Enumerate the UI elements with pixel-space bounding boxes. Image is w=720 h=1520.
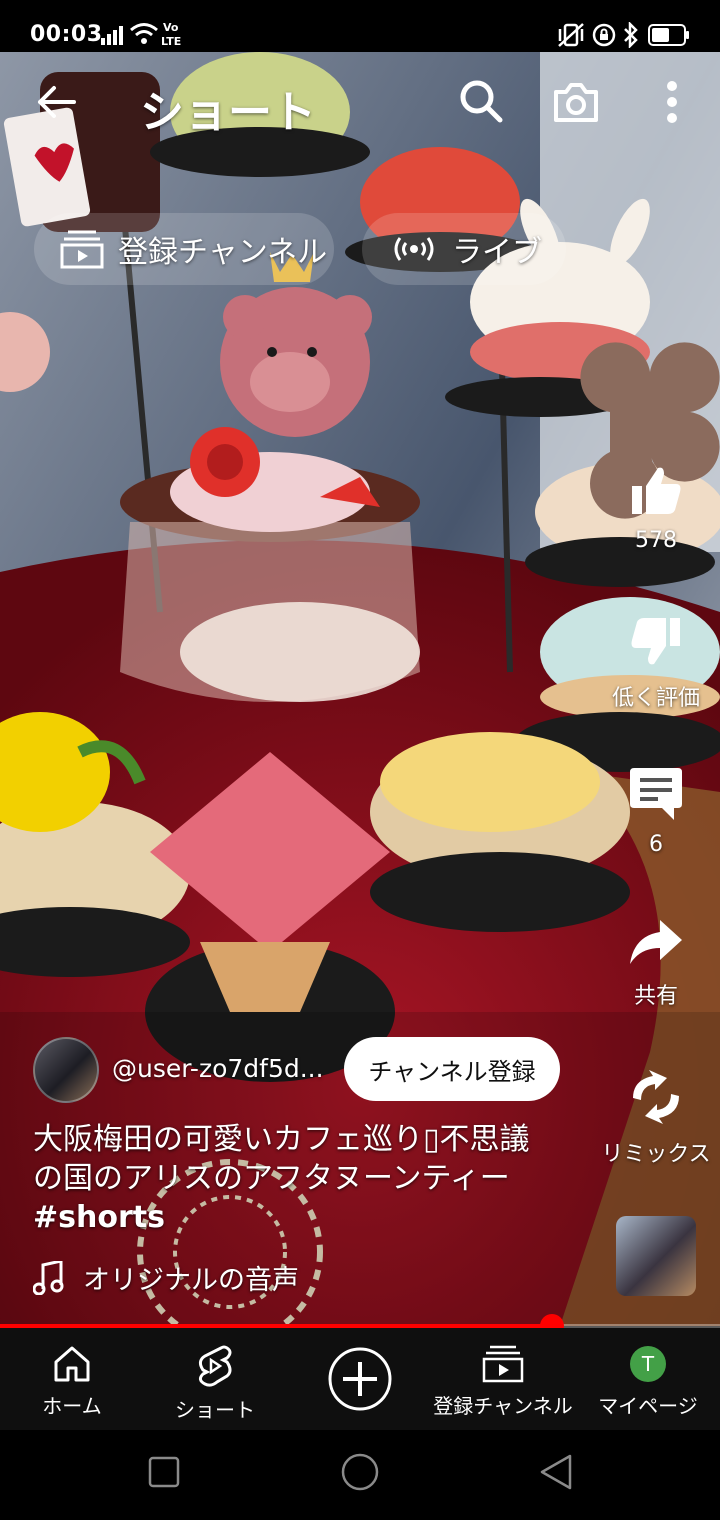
battery-icon <box>648 24 689 46</box>
channel-avatar[interactable] <box>33 1037 99 1103</box>
audio-thumbnail[interactable] <box>616 1216 696 1296</box>
caption-line-1: 大阪梅田の可愛いカフェ巡り▯不思議 <box>33 1122 530 1157</box>
rotation-lock-icon <box>592 23 616 47</box>
status-bar: 00:03 Vo LTE <box>0 0 720 52</box>
like-button[interactable]: 578 <box>596 462 716 553</box>
chip-live[interactable]: ライブ <box>362 213 566 285</box>
comments-button[interactable]: 6 <box>596 764 716 857</box>
subscriptions-icon <box>482 1345 524 1383</box>
chip-subscriptions[interactable]: 登録チャンネル <box>34 213 334 285</box>
nav-shorts-label: ショート <box>175 1398 255 1422</box>
bottom-nav: ホーム ショート 登録チャンネル T マイページ <box>0 1328 720 1430</box>
comment-icon <box>630 768 682 820</box>
nav-subscriptions[interactable]: 登録チャンネル <box>428 1328 578 1430</box>
comments-count: 6 <box>649 832 663 857</box>
system-nav-bar <box>0 1430 720 1520</box>
music-note-icon <box>33 1260 64 1295</box>
remix-button[interactable]: リミックス <box>596 1068 716 1168</box>
home-circle-icon[interactable] <box>340 1452 380 1492</box>
channel-handle[interactable]: @user-zo7df5d... <box>112 1054 324 1083</box>
thumb-down-icon <box>631 618 680 665</box>
dislike-label: 低く評価 <box>611 686 700 711</box>
caption-hashtag[interactable]: #shorts <box>33 1198 593 1237</box>
audio-label: オリジナルの音声 <box>83 1265 299 1296</box>
volte-text-vo: Vo <box>163 21 179 34</box>
nav-create[interactable] <box>320 1328 400 1430</box>
more-vert-icon[interactable] <box>660 80 684 124</box>
share-icon <box>630 920 682 964</box>
audio-info[interactable]: オリジナルの音声 <box>33 1258 299 1297</box>
camera-icon[interactable] <box>552 80 600 124</box>
share-label: 共有 <box>633 984 678 1009</box>
vibrate-icon <box>558 23 584 47</box>
subscribe-button[interactable]: チャンネル登録 <box>344 1037 560 1101</box>
avatar-letter: T <box>641 1352 655 1376</box>
live-icon <box>394 237 434 261</box>
nav-home-label: ホーム <box>42 1394 102 1418</box>
nav-subscriptions-label: 登録チャンネル <box>433 1394 573 1418</box>
chip-subscriptions-label: 登録チャンネル <box>118 235 328 270</box>
signal-icon <box>101 26 123 45</box>
top-bar: ショート <box>0 52 720 152</box>
avatar-icon: T <box>630 1346 666 1382</box>
nav-mypage[interactable]: T マイページ <box>592 1328 704 1430</box>
nav-shorts[interactable]: ショート <box>160 1328 270 1430</box>
back-triangle-icon[interactable] <box>538 1454 574 1490</box>
back-arrow-icon[interactable] <box>34 80 78 124</box>
nav-home[interactable]: ホーム <box>22 1328 122 1430</box>
subscriptions-icon <box>60 230 104 269</box>
recents-icon[interactable] <box>148 1456 180 1488</box>
like-count: 578 <box>635 528 677 553</box>
share-button[interactable]: 共有 <box>596 918 716 1010</box>
thumb-up-icon <box>632 467 681 514</box>
subscribe-label: チャンネル登録 <box>368 1057 536 1086</box>
volte-icon: Vo LTE <box>161 21 181 48</box>
shorts-icon <box>198 1345 232 1387</box>
volte-text-lte: LTE <box>161 35 181 48</box>
page-title: ショート <box>140 87 316 138</box>
remix-label: リミックス <box>601 1142 711 1167</box>
home-icon <box>54 1346 90 1382</box>
wifi-icon <box>130 23 158 44</box>
dislike-button[interactable]: 低く評価 <box>596 614 716 712</box>
search-icon[interactable] <box>458 78 504 124</box>
create-plus-icon <box>328 1347 392 1411</box>
video-caption[interactable]: 大阪梅田の可愛いカフェ巡り▯不思議 の国のアリスのアフタヌーンティー #shor… <box>33 1120 593 1237</box>
chip-live-label: ライブ <box>452 235 542 270</box>
remix-icon <box>633 1070 679 1124</box>
status-time: 00:03 <box>30 22 103 47</box>
bluetooth-icon <box>624 22 638 48</box>
nav-mypage-label: マイページ <box>598 1394 698 1418</box>
caption-line-2: の国のアリスのアフタヌーンティー <box>33 1161 510 1196</box>
